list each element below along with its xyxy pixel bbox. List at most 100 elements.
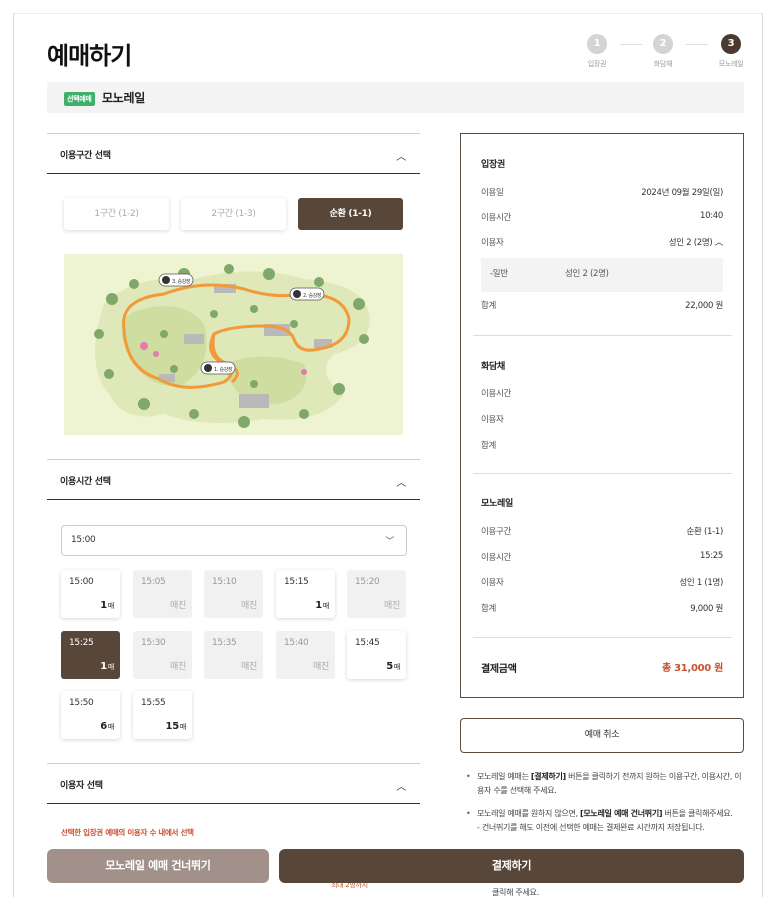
ticket-user-label: 이용자 <box>481 238 504 248</box>
people-notice: 선택한 입장권 예매의 이용자 수 내에서 선택 <box>61 828 194 837</box>
slot-time: 15:50 <box>69 698 94 708</box>
time-slot-1525[interactable]: 15:25 1매 <box>61 631 120 679</box>
slot-remaining: 1매 <box>315 600 329 611</box>
time-slot-1520: 15:20 매진 <box>347 570 406 618</box>
slot-unit: 매 <box>179 723 186 731</box>
step-label: 모노레일 <box>718 60 744 68</box>
time-slot-1500[interactable]: 15:00 1매 <box>61 570 120 618</box>
park-map-illustration: 3. 승강장 2. 승강장 1. 승강장 <box>94 264 370 428</box>
route-section-header[interactable]: 이용구간 선택 ︿ <box>47 133 420 174</box>
slot-time: 15:45 <box>355 638 380 648</box>
ticket-sum-label: 합계 <box>481 301 497 311</box>
station-label-1: 1. 승강장 <box>214 366 233 373</box>
hwadam-sum-label: 합계 <box>481 441 497 451</box>
product-banner: 선택예매 모노레일 <box>47 82 744 113</box>
slot-time: 15:20 <box>355 577 380 587</box>
slot-remaining: 매진 <box>241 601 257 611</box>
monorail-sum-label: 합계 <box>481 604 497 614</box>
cancel-booking-button[interactable]: 예매 취소 <box>460 718 744 753</box>
slot-remaining: 매진 <box>313 662 329 672</box>
step-3: 3 모노레일 <box>708 34 754 69</box>
product-tag: 선택예매 <box>64 92 95 106</box>
chevron-up-icon[interactable]: ︿ <box>396 474 406 489</box>
route-option-1[interactable]: 1구간 (1-2) <box>64 198 169 230</box>
step-connector <box>686 44 708 45</box>
time-slot-1545[interactable]: 15:45 5매 <box>347 631 406 679</box>
slot-time: 15:05 <box>141 577 166 587</box>
hwadam-time-label: 이용시간 <box>481 389 512 399</box>
time-slot-1505: 15:05 매진 <box>133 570 192 618</box>
slot-remaining: 매진 <box>170 662 186 672</box>
time-slot-1555[interactable]: 15:55 15매 <box>133 691 192 739</box>
chevron-up-icon[interactable]: ︿ <box>396 778 406 793</box>
pay-button[interactable]: 결제하기 <box>279 849 744 883</box>
step-indicator: 1 입장권 2 화담채 3 모노레일 <box>574 34 762 74</box>
slot-time: 15:25 <box>69 638 94 648</box>
slot-remaining: 매진 <box>384 601 400 611</box>
ticket-time-value: 10:40 <box>700 211 723 221</box>
page-frame: 예매하기 1 입장권 2 화담채 3 모노레일 선택예매 모노레일 이용구간 선… <box>13 13 763 897</box>
slot-time: 15:40 <box>284 638 309 648</box>
product-name: 모노레일 <box>102 91 145 105</box>
note-item: 모노레일 예매를 원하지 않으면, [모노레일 예매 건너뛰기] 버튼을 클릭해… <box>466 807 744 835</box>
step-2: 2 화담채 <box>640 34 686 69</box>
hwadam-user-label: 이용자 <box>481 415 504 425</box>
route-option-3[interactable]: 순환 (1-1) <box>298 198 403 230</box>
slot-remaining: 매진 <box>170 601 186 611</box>
slot-time: 15:30 <box>141 638 166 648</box>
step-connector <box>620 44 642 45</box>
time-slot-1550[interactable]: 15:50 6매 <box>61 691 120 739</box>
total-label: 결제금액 <box>481 664 517 675</box>
time-slot-1535: 15:35 매진 <box>204 631 263 679</box>
slot-unit: 매 <box>107 723 114 731</box>
slot-unit: 매 <box>107 602 114 610</box>
ticket-time-label: 이용시간 <box>481 213 512 223</box>
step-label: 화담채 <box>653 60 673 68</box>
ticket-date-label: 이용일 <box>481 188 504 198</box>
summary-monorail-title: 모노레일 <box>481 499 513 509</box>
monorail-route-map: 3. 승강장 2. 승강장 1. 승강장 <box>64 254 403 435</box>
hour-select-value: 15:00 <box>71 535 96 545</box>
step-label: 입장권 <box>587 60 607 68</box>
slot-time: 15:10 <box>212 577 237 587</box>
skip-monorail-button[interactable]: 모노레일 예매 건너뛰기 <box>47 849 269 883</box>
time-section-header[interactable]: 이용시간 선택 ︿ <box>47 459 420 500</box>
ticket-user-toggle[interactable]: 성인 2 (2명) ︿ <box>668 236 724 248</box>
order-summary: 입장권 이용일 2024년 09월 29일(일) 이용시간 10:40 이용자 … <box>460 133 744 698</box>
slot-unit: 매 <box>107 663 114 671</box>
monorail-sum-value: 9,000 원 <box>690 604 723 614</box>
slot-time: 15:00 <box>69 577 94 587</box>
chevron-up-icon: ︿ <box>714 238 724 248</box>
monorail-user-value: 성인 1 (1명) <box>679 578 723 588</box>
slot-remaining: 1매 <box>100 600 114 611</box>
slot-remaining: 5매 <box>386 661 400 672</box>
monorail-time-label: 이용시간 <box>481 553 512 563</box>
hour-select[interactable]: 15:00 ﹀ <box>61 525 407 556</box>
step-number: 2 <box>653 34 673 54</box>
monorail-time-value: 15:25 <box>700 551 723 561</box>
note-item: 모노레일 예매는 [결제하기] 버튼을 클릭하기 전까지 원하는 이용구간, 이… <box>466 770 744 798</box>
ticket-sum-value: 22,000 원 <box>685 301 723 311</box>
ticket-user-value: 성인 2 (2명) <box>668 238 713 248</box>
time-slot-1515[interactable]: 15:15 1매 <box>276 570 335 618</box>
time-slot-1540: 15:40 매진 <box>276 631 335 679</box>
ticket-date-value: 2024년 09월 29일(일) <box>641 188 723 198</box>
chevron-up-icon[interactable]: ︿ <box>396 148 406 163</box>
people-section-header[interactable]: 이용자 선택 ︿ <box>47 763 420 804</box>
slot-remaining: 1매 <box>100 661 114 672</box>
step-number: 3 <box>721 34 741 54</box>
route-option-2[interactable]: 2구간 (1-3) <box>181 198 286 230</box>
station-label-2: 2. 승강장 <box>303 292 322 299</box>
monorail-user-label: 이용자 <box>481 578 504 588</box>
slot-time: 15:15 <box>284 577 309 587</box>
step-1: 1 입장권 <box>574 34 620 69</box>
slot-unit: 매 <box>393 663 400 671</box>
slot-time: 15:55 <box>141 698 166 708</box>
station-label-3: 3. 승강장 <box>172 278 191 285</box>
summary-hwadam-title: 화담채 <box>481 362 505 372</box>
divider <box>473 637 732 638</box>
ticket-sub-type: -일반 <box>490 269 508 279</box>
time-slot-1510: 15:10 매진 <box>204 570 263 618</box>
ticket-sub-value: 성인 2 (2명) <box>565 269 609 279</box>
total-value: 총 31,000 원 <box>662 663 723 674</box>
